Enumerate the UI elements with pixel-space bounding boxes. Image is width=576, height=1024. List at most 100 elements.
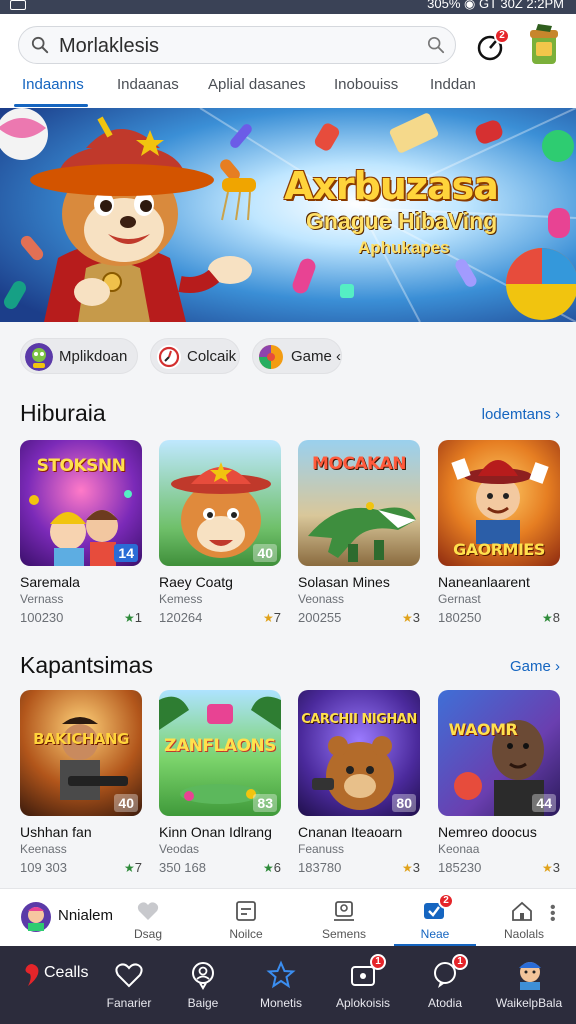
bottomnav-aplokoisis[interactable]: 1 Aplokoisis (318, 946, 408, 1024)
person-icon (334, 901, 354, 921)
game-publisher: Gernast (438, 592, 481, 606)
game-badge: 14 (114, 544, 138, 562)
bottom-nav: Cealls Fanarier Baige Monetis 1 Aplokois… (0, 946, 576, 1024)
banner-caption: Aphukapes (358, 238, 450, 257)
game-name: Raey Coatg (159, 574, 233, 590)
rating-value: 1 (134, 610, 142, 625)
tab-inddan[interactable]: Inddan (430, 76, 476, 93)
avatar-icon (21, 902, 51, 932)
bottomnav-badge: 1 (370, 954, 386, 970)
chevron-right-icon: › (555, 658, 560, 675)
bottomnav-profile[interactable]: WaikelpBala (484, 946, 574, 1024)
search-icon (31, 36, 49, 54)
game-thumbnail: MOCAKAN (298, 440, 420, 566)
game-name: Solasan Mines (298, 574, 390, 590)
subnav-neae[interactable]: 2 Neae (394, 889, 476, 947)
game-downloads: 350 168 (159, 860, 206, 875)
rating-value: 8 (552, 610, 560, 625)
game-rating: ★7 (263, 610, 281, 625)
search-bar[interactable]: Morlaklesis (18, 26, 456, 64)
tab-indaanas[interactable]: Indaanas (117, 76, 179, 93)
game-rating: ★3 (402, 860, 420, 875)
star-icon: ★ (542, 861, 553, 875)
bottomnav-label: Aplokoisis (335, 996, 391, 1010)
colorful-ball-icon (259, 345, 283, 369)
bottomnav-baige[interactable]: Baige (158, 946, 248, 1024)
game-rating: ★1 (124, 610, 142, 625)
compass-icon (157, 345, 181, 369)
subnav-label: Naolals (503, 927, 545, 941)
rating-value: 6 (273, 860, 281, 875)
game-downloads: 120264 (159, 610, 203, 625)
bottomnav-label: WaikelpBala (495, 996, 563, 1010)
game-card[interactable]: 40 Raey Coatg Kemess 120264 ★7 (159, 440, 283, 630)
bottomnav-label: Atodia (427, 996, 463, 1010)
search-submit-icon[interactable] (427, 36, 445, 54)
subnav-profile-label: Nnialem (58, 907, 114, 924)
game-card[interactable]: WAOMR 44 Nemreo doocus Keonaa 185230 ★3 (438, 690, 562, 880)
game-rating: ★3 (402, 610, 420, 625)
chip-mplikdoan[interactable]: Mplikdoan (20, 338, 138, 374)
subnav-label: Semens (321, 927, 367, 941)
notice-icon (236, 901, 256, 921)
bottomnav-badge: 1 (452, 954, 468, 970)
game-card[interactable]: CARCHII NIGHAN 80 Cnanan Iteaoarn Feanus… (298, 690, 422, 880)
game-rating: ★3 (542, 860, 560, 875)
game-card[interactable]: ZANFLAONS 83 Kinn Onan Idlrang Veodas 35… (159, 690, 283, 880)
game-name: Nemreo doocus (438, 824, 537, 840)
chip-colcaik[interactable]: Colcaik (150, 338, 240, 374)
game-card[interactable]: STOKSNN 14 Saremala Vernass 100230 ★1 (20, 440, 144, 630)
subnav-noilce[interactable]: Noilce (206, 889, 286, 947)
section-see-all-link[interactable]: lodemtans › (482, 406, 560, 423)
status-app-icon (10, 0, 26, 10)
app-header: Morlaklesis 2 Indaanns Indaanas Aplial d… (0, 14, 576, 108)
game-thumbnail: CARCHII NIGHAN 80 (298, 690, 420, 816)
star-icon (266, 960, 296, 989)
home-icon (512, 901, 532, 921)
game-publisher: Feanuss (298, 842, 345, 856)
game-card[interactable]: MOCAKAN Solasan Mines Veonass 200255 ★3 (298, 440, 422, 630)
game-art-title: CARCHII NIGHAN (301, 712, 417, 727)
game-art-title: WAOMR (448, 720, 518, 739)
notification-button[interactable]: 2 (474, 28, 510, 64)
game-thumbnail: BAKICHANG 40 (20, 690, 142, 816)
tab-indaanns[interactable]: Indaanns (22, 76, 84, 93)
game-badge: 40 (253, 544, 277, 562)
star-icon: ★ (542, 611, 553, 625)
game-badge: 40 (114, 794, 138, 812)
active-tab-indicator (14, 104, 88, 107)
game-art-title: GAORMIES (453, 540, 545, 559)
section-see-all-link[interactable]: Game › (510, 658, 560, 675)
game-publisher: Vernass (20, 592, 64, 606)
chip-game[interactable]: Game ‹ (252, 338, 342, 374)
game-downloads: 180250 (438, 610, 482, 625)
section-title-hiburaia: Hiburaia (20, 400, 106, 426)
tab-inobouiss[interactable]: Inobouiss (334, 76, 398, 93)
game-downloads: 185230 (438, 860, 482, 875)
search-input[interactable]: Morlaklesis (59, 35, 159, 58)
game-downloads: 100230 (20, 610, 64, 625)
game-name: Kinn Onan Idlrang (159, 824, 272, 840)
bottomnav-monetis[interactable]: Monetis (236, 946, 326, 1024)
subnav-semens[interactable]: Semens (304, 889, 384, 947)
person-icon (192, 962, 214, 990)
secondary-nav: Nnialem Dsag Noilce Semens 2 Neae Naolal… (0, 888, 576, 947)
game-card[interactable]: BAKICHANG 40 Ushhan fan Keenass 109 303 … (20, 690, 144, 880)
heart-icon (137, 902, 159, 920)
subnav-dsag[interactable]: Dsag (108, 889, 188, 947)
game-card[interactable]: GAORMIES Naneanlaarent Gernast 180250 ★8 (438, 440, 562, 630)
star-icon: ★ (124, 611, 135, 625)
subnav-label: Neae (420, 927, 450, 941)
rating-value: 7 (134, 860, 142, 875)
category-tabs: Indaanns Indaanas Aplial dasanes Inoboui… (0, 74, 576, 108)
treasure-jar-icon (530, 24, 558, 64)
game-art-title: BAKICHANG (33, 730, 129, 748)
game-badge: 80 (392, 794, 416, 812)
tab-aplial-dasanes[interactable]: Aplial dasanes (208, 76, 306, 93)
game-thumbnail: 40 (159, 440, 281, 566)
bottomnav-atodia[interactable]: 1 Atodia (400, 946, 490, 1024)
game-art-title: MOCAKAN (311, 454, 407, 474)
more-options-icon[interactable]: • • • (550, 900, 556, 928)
rewards-button[interactable] (524, 22, 564, 68)
promo-banner[interactable]: Axrbuzasa Gnague HibaVing Aphukapes (0, 108, 576, 322)
